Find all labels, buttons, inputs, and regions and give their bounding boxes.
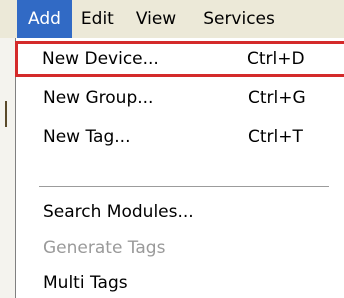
menu-separator xyxy=(39,186,329,188)
background-window-edge xyxy=(0,38,15,298)
background-window-mark xyxy=(5,101,7,127)
menu-item-search-modules[interactable]: Search Modules... xyxy=(17,194,344,230)
menu-item-shortcut: Ctrl+G xyxy=(248,88,306,108)
menu-item-generate-tags: Generate Tags xyxy=(17,230,344,266)
menu-view[interactable]: View xyxy=(124,0,186,38)
menu-edit[interactable]: Edit xyxy=(72,0,124,38)
menu-add[interactable]: Add xyxy=(17,0,72,38)
menu-services[interactable]: Services xyxy=(186,0,275,38)
menu-item-label: Multi Tags xyxy=(43,273,128,293)
add-menu-dropdown: New Device... Ctrl+D New Group... Ctrl+G… xyxy=(15,38,344,298)
screen: Add Edit View Services New Device... Ctr… xyxy=(0,0,344,298)
menu-item-new-group[interactable]: New Group... Ctrl+G xyxy=(17,80,344,116)
menu-item-shortcut: Ctrl+T xyxy=(248,127,303,147)
menu-item-label: Generate Tags xyxy=(43,238,166,258)
menubar: Add Edit View Services xyxy=(0,0,344,38)
menu-item-multi-tags[interactable]: Multi Tags xyxy=(17,265,344,298)
menu-item-label: New Tag... xyxy=(43,127,131,147)
menu-item-label: Search Modules... xyxy=(43,202,194,222)
menu-item-shortcut: Ctrl+D xyxy=(247,49,305,69)
menu-item-label: New Group... xyxy=(43,88,154,108)
menu-item-label: New Device... xyxy=(42,49,159,69)
menu-item-new-device[interactable]: New Device... Ctrl+D xyxy=(15,41,344,77)
menu-item-new-tag[interactable]: New Tag... Ctrl+T xyxy=(17,119,344,155)
